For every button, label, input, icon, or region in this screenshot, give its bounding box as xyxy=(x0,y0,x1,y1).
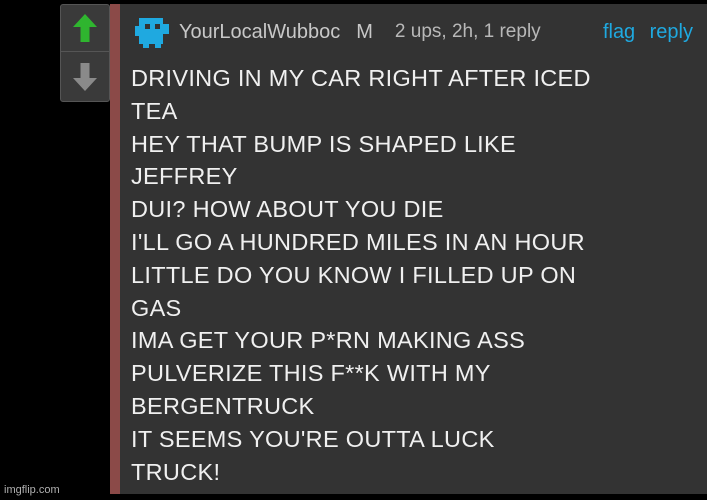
comment-line: JEFFREY xyxy=(131,163,238,190)
down-arrow-icon xyxy=(73,63,97,91)
comment-line: LITTLE DO YOU KNOW I FILLED UP ON xyxy=(131,261,577,288)
username-link[interactable]: YourLocalWubboc xyxy=(179,21,340,44)
comment-card: YourLocalWubboc M 2 ups, 2h, 1 reply fla… xyxy=(110,4,707,494)
gender-badge: M xyxy=(356,20,373,43)
comment-actions: flag reply xyxy=(593,21,693,44)
comment-line: HEY THAT BUMP IS SHAPED LIKE xyxy=(131,130,516,157)
downvote-button[interactable] xyxy=(61,54,109,100)
comment-line: IT SEEMS YOU'RE OUTTA LUCK xyxy=(131,425,495,452)
upvote-button[interactable] xyxy=(61,5,109,52)
reply-link[interactable]: reply xyxy=(650,21,693,43)
up-arrow-icon xyxy=(73,14,97,42)
comment-body: DRIVING IN MY CAR RIGHT AFTER ICED TEA H… xyxy=(131,62,697,488)
comment-line: GAS xyxy=(131,294,182,321)
comment-line: IMA GET YOUR P*RN MAKING ASS xyxy=(131,327,526,354)
comment-line: PULVERIZE THIS F**K WITH MY xyxy=(131,360,491,387)
comment-line: DUI? HOW ABOUT YOU DIE xyxy=(131,196,444,223)
comment-meta: 2 ups, 2h, 1 reply xyxy=(394,21,541,42)
comment-line: TEA xyxy=(131,97,178,124)
imgflip-watermark: imgflip.com xyxy=(4,484,60,496)
comment-header: YourLocalWubboc M 2 ups, 2h, 1 reply fla… xyxy=(133,14,693,50)
flag-link[interactable]: flag xyxy=(603,21,635,43)
comment-line: TRUCK! xyxy=(131,458,221,485)
vote-column xyxy=(60,4,110,102)
pixel-avatar-icon[interactable] xyxy=(133,14,171,50)
comment-line: DRIVING IN MY CAR RIGHT AFTER ICED xyxy=(131,65,591,91)
comment-line: BERGENTRUCK xyxy=(131,392,315,419)
comment-line: I'LL GO A HUNDRED MILES IN AN HOUR xyxy=(131,228,585,255)
